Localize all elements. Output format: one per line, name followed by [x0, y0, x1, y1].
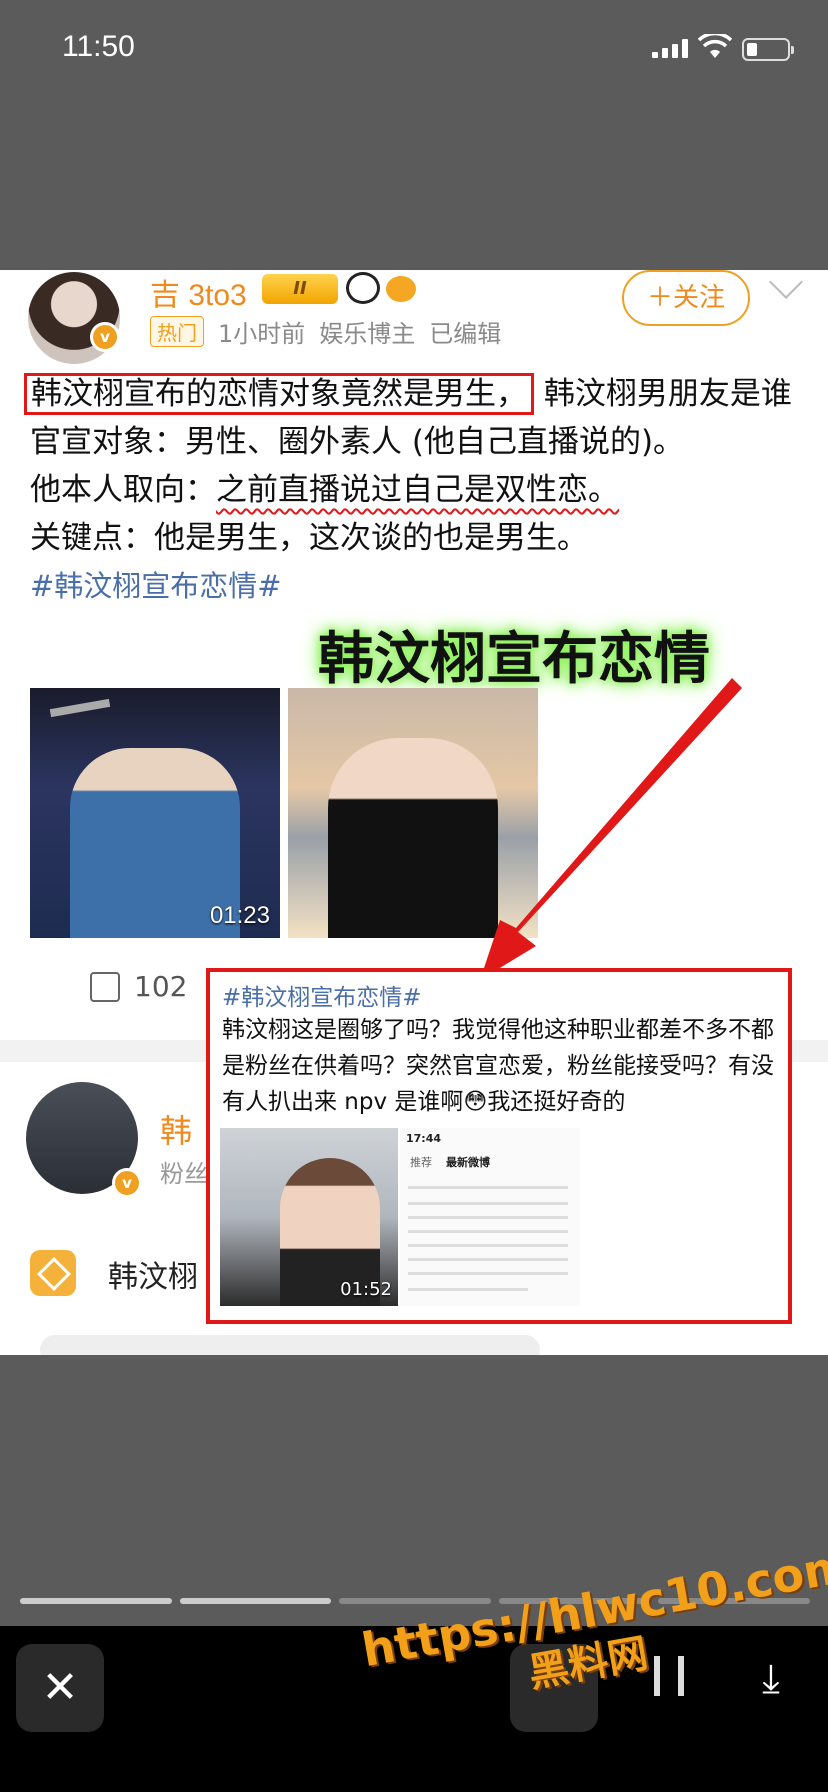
signal-icon [652, 38, 688, 58]
red-arrow-annotation [480, 678, 742, 980]
post-line2: 官宣对象：男性、圈外素人 (他自己直播说的)。 [30, 424, 685, 460]
embedded-video-thumbnail[interactable]: 01:52 [220, 1128, 398, 1306]
embedded-shot-time: 17:44 [406, 1132, 442, 1145]
share-button[interactable]: 102 [90, 970, 187, 1003]
post-line4: 关键点：他是男生，这次谈的也是男生。 [30, 520, 588, 556]
input-peek [40, 1335, 540, 1355]
embedded-text: 韩汶栩这是圈够了吗？我觉得他这种职业都差不多不都是粉丝在供着吗？突然官宣恋爱，粉… [222, 1017, 774, 1115]
embedded-hashtag[interactable]: #韩汶栩宣布恋情# [222, 978, 422, 1012]
post-line1-rest: 韩汶栩男朋友是谁 [543, 376, 792, 412]
share-icon [90, 971, 120, 1002]
battery-icon [742, 38, 794, 61]
post-username[interactable]: 吉 3to3 [150, 270, 247, 314]
post-line3-underlined: 之前直播说过自己是双性恋。 [216, 472, 619, 508]
status-time: 11:50 [62, 30, 135, 63]
follow-button[interactable]: ＋关注 [622, 270, 750, 326]
diamond-icon [30, 1250, 76, 1296]
hashtag-link[interactable]: #韩汶栩宣布恋情# [30, 569, 282, 603]
chevron-down-icon[interactable] [769, 270, 803, 299]
verified-badge-icon: v [112, 1168, 142, 1198]
highlighted-headline: 韩汶栩宣布的恋情对象竟然是男生， [24, 373, 534, 415]
post-meta: 热门 1小时前 娱乐博主 已编辑 [150, 314, 501, 349]
post-username[interactable]: 韩 [160, 1106, 192, 1152]
status-bar: 11:50 [0, 0, 828, 100]
embedded-tab-latest: 最新微博 [446, 1156, 490, 1169]
edited-label: 已编辑 [429, 320, 502, 348]
post-body: 韩汶栩宣布的恋情对象竟然是男生， 韩汶栩男朋友是谁 官宣对象：男性、圈外素人 (… [24, 370, 810, 610]
wifi-icon [698, 34, 732, 58]
share-count: 102 [134, 970, 188, 1003]
topic-label[interactable]: 韩汶栩 [108, 1252, 198, 1296]
panda-icon [346, 272, 380, 304]
vip-crown-icon: II [262, 274, 338, 304]
close-button[interactable]: ✕ [16, 1644, 104, 1732]
embedded-post: #韩汶栩宣布恋情# 韩汶栩这是圈够了吗？我觉得他这种职业都差不多不都是粉丝在供着… [206, 968, 792, 1324]
post-role: 娱乐博主 [319, 320, 416, 348]
embedded-tab-recommend: 推荐 [410, 1156, 432, 1169]
embedded-video-duration: 01:52 [340, 1279, 392, 1300]
pufferfish-icon [386, 276, 416, 302]
video-duration: 01:23 [209, 902, 270, 929]
post-line3-prefix: 他本人取向： [30, 472, 216, 508]
verified-badge-icon: v [90, 322, 120, 352]
embedded-screenshot[interactable]: 17:44 推荐 最新微博 [400, 1128, 580, 1306]
post-subtitle: 粉丝 [160, 1160, 208, 1188]
video-thumbnail[interactable]: 01:23 [30, 688, 280, 938]
hot-tag: 热门 [150, 316, 204, 347]
post-time: 1小时前 [218, 320, 306, 348]
